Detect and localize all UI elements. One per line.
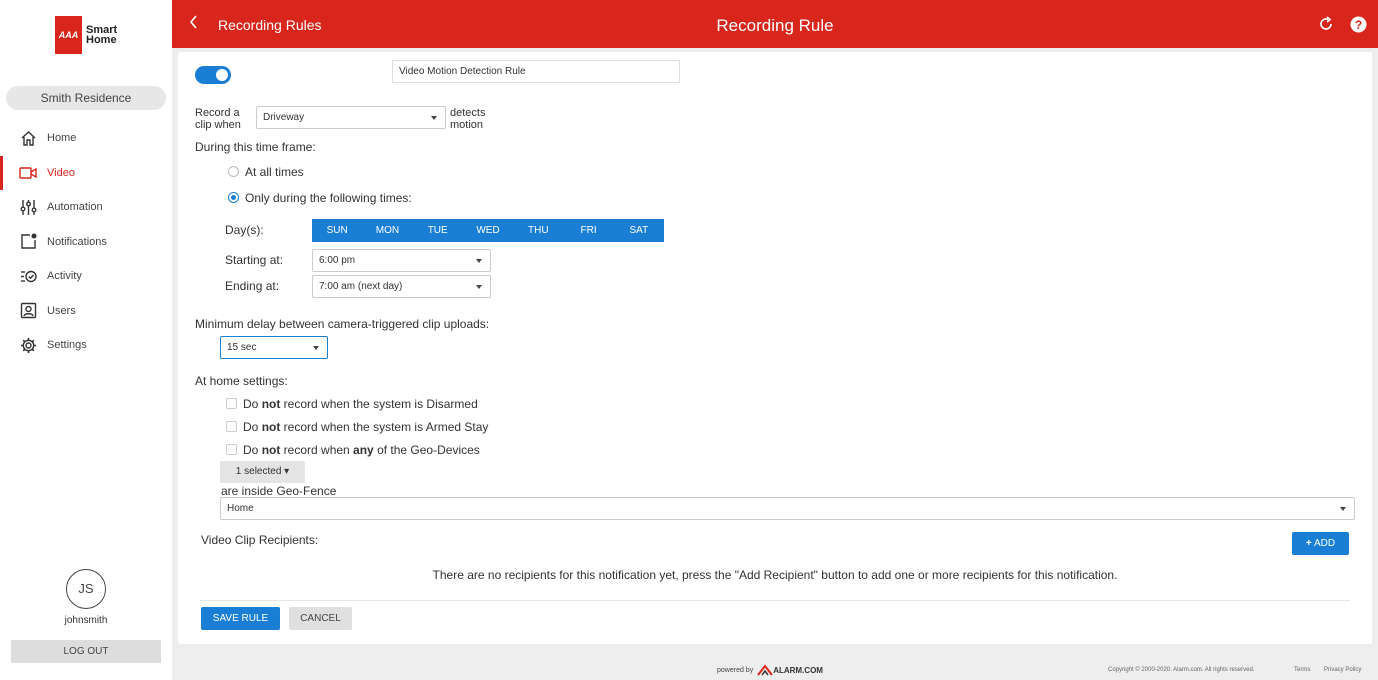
- days-label: Day(s):: [225, 223, 264, 237]
- plus-icon: +: [1305, 538, 1312, 549]
- logo-line-2: Home: [86, 34, 117, 46]
- day-mon[interactable]: MON: [362, 219, 412, 242]
- sidebar-item-notifications[interactable]: Notifications: [0, 225, 172, 260]
- radio-at-all-times[interactable]: [228, 166, 239, 177]
- at-all-times-label[interactable]: At all times: [245, 165, 304, 179]
- geo-devices-multiselect[interactable]: 1 selected ▾: [220, 461, 305, 483]
- armed-stay-option-label: Do not record when the system is Armed S…: [243, 420, 489, 434]
- video-camera-icon: [19, 164, 37, 182]
- copyright-text: Copyright © 2000-2020. Alarm.com. All ri…: [1108, 667, 1255, 673]
- sidebar-item-label: Activity: [47, 270, 82, 283]
- add-recipient-button[interactable]: + ADD: [1292, 532, 1349, 555]
- sidebar-item-activity[interactable]: Activity: [0, 259, 172, 294]
- day-wed[interactable]: WED: [463, 219, 513, 242]
- user-icon: [19, 302, 37, 320]
- sidebar-nav: Home Video Automation Notifications Acti…: [0, 121, 172, 363]
- sidebar: AAA Smart Home Smith Residence Home Vide…: [0, 0, 172, 680]
- min-delay-label: Minimum delay between camera-triggered c…: [195, 317, 490, 331]
- detects-label-2: motion: [450, 119, 484, 131]
- avatar[interactable]: JS: [66, 569, 106, 609]
- chevron-down-icon: [1340, 507, 1346, 511]
- home-settings-label: At home settings:: [195, 374, 288, 388]
- end-time-select[interactable]: 7:00 am (next day): [312, 275, 491, 298]
- sliders-icon: [19, 198, 37, 216]
- sidebar-item-video[interactable]: Video: [0, 155, 172, 191]
- day-fri[interactable]: FRI: [563, 219, 613, 242]
- rule-enabled-toggle[interactable]: [195, 66, 231, 84]
- starting-at-label: Starting at:: [225, 253, 284, 267]
- record-clip-label-2: clip when: [195, 119, 241, 131]
- chevron-down-icon: [313, 346, 319, 350]
- username: johnsmith: [64, 615, 108, 626]
- checkbox-disarmed[interactable]: [226, 398, 237, 409]
- divider: [200, 600, 1350, 601]
- day-selector: SUN MON TUE WED THU FRI SAT: [312, 219, 664, 242]
- refresh-icon[interactable]: [1316, 14, 1336, 34]
- recipients-label: Video Clip Recipients:: [201, 533, 319, 547]
- cancel-button[interactable]: CANCEL: [289, 607, 352, 630]
- sidebar-item-home[interactable]: Home: [0, 121, 172, 156]
- notification-icon: [19, 233, 37, 251]
- back-link[interactable]: Recording Rules: [218, 17, 322, 33]
- day-sun[interactable]: SUN: [312, 219, 362, 242]
- svg-text:?: ?: [1354, 17, 1361, 31]
- alarm-com-logo[interactable]: ALARM.COM: [757, 664, 823, 676]
- day-thu[interactable]: THU: [513, 219, 563, 242]
- sidebar-item-settings[interactable]: Settings: [0, 328, 172, 363]
- detects-label-1: detects: [450, 107, 486, 119]
- time-frame-label: During this time frame:: [195, 140, 316, 154]
- powered-by: powered by ALARM.COM: [717, 664, 823, 676]
- logout-button[interactable]: LOG OUT: [11, 640, 161, 663]
- aaa-smart-home-logo[interactable]: AAA Smart Home: [55, 16, 117, 54]
- save-rule-button[interactable]: SAVE RULE: [201, 607, 280, 630]
- sidebar-item-label: Notifications: [47, 235, 107, 248]
- empty-recipients-message: There are no recipients for this notific…: [432, 568, 1118, 582]
- gear-icon: [19, 336, 37, 354]
- following-times-label[interactable]: Only during the following times:: [245, 191, 412, 205]
- day-tue[interactable]: TUE: [413, 219, 463, 242]
- chevron-down-icon: [476, 259, 482, 263]
- sidebar-item-automation[interactable]: Automation: [0, 190, 172, 225]
- start-time-select[interactable]: 6:00 pm: [312, 249, 491, 272]
- sidebar-item-users[interactable]: Users: [0, 294, 172, 329]
- residence-selector[interactable]: Smith Residence: [6, 86, 166, 110]
- sidebar-item-label: Video: [47, 166, 75, 179]
- caret-down-icon: ▾: [284, 466, 290, 477]
- geofence-select[interactable]: Home: [220, 497, 1355, 520]
- chevron-down-icon: [476, 285, 482, 289]
- header-bar: Recording Rules Recording Rule ?: [172, 0, 1378, 48]
- inside-geofence-label: are inside Geo-Fence: [221, 484, 337, 498]
- checkbox-armed-stay[interactable]: [226, 421, 237, 432]
- day-sat[interactable]: SAT: [614, 219, 664, 242]
- sidebar-item-label: Settings: [47, 339, 87, 352]
- ending-at-label: Ending at:: [225, 279, 280, 293]
- privacy-policy-link[interactable]: Privacy Policy: [1324, 667, 1361, 673]
- radio-following-times[interactable]: [228, 192, 239, 203]
- terms-link[interactable]: Terms: [1294, 667, 1310, 673]
- chevron-down-icon: [431, 116, 437, 120]
- logo-badge: AAA: [55, 16, 82, 54]
- sidebar-item-label: Users: [47, 304, 76, 317]
- home-icon: [19, 129, 37, 147]
- chevron-left-icon[interactable]: [188, 14, 198, 34]
- disarmed-option-label: Do not record when the system is Disarme…: [243, 397, 478, 411]
- sidebar-item-label: Automation: [47, 201, 103, 214]
- checkbox-geo-devices[interactable]: [226, 444, 237, 455]
- activity-icon: [19, 267, 37, 285]
- min-delay-select[interactable]: 15 sec: [220, 336, 328, 359]
- camera-select[interactable]: Driveway: [256, 106, 446, 129]
- geo-devices-option-label: Do not record when any of the Geo-Device…: [243, 443, 480, 457]
- help-icon[interactable]: ?: [1348, 14, 1368, 34]
- alarm-com-logo-icon: [757, 664, 773, 676]
- page-title: Recording Rule: [716, 16, 834, 35]
- recording-rule-form: Record a clip when Driveway detects moti…: [178, 52, 1372, 644]
- record-clip-label-1: Record a: [195, 107, 240, 119]
- sidebar-item-label: Home: [47, 132, 77, 145]
- rule-name-input[interactable]: [392, 60, 680, 83]
